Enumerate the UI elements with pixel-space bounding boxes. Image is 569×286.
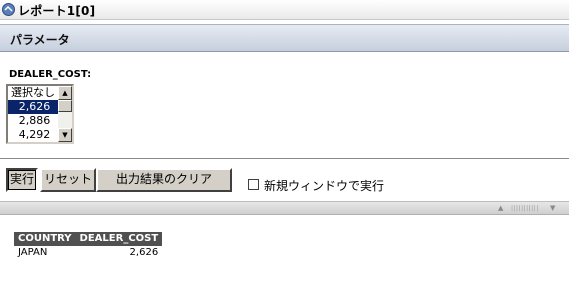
new-window-checkbox[interactable]	[248, 179, 259, 190]
listbox-scrollbar[interactable]: ▲ ▼	[58, 86, 72, 142]
table-header-row: COUNTRY DEALER_COST	[14, 232, 163, 246]
arrow-down-icon: ▼	[62, 131, 68, 139]
dealer-cost-listbox[interactable]: 選択なし 2,626 2,886 4,292 ▲ ▼	[6, 84, 74, 144]
parameter-section-header: パラメータ	[0, 24, 569, 52]
column-header: DEALER_COST	[75, 232, 163, 246]
listbox-items: 選択なし 2,626 2,886 4,292	[8, 86, 58, 142]
table-cell: JAPAN	[18, 247, 48, 258]
splitter-grip-icon: |||||||||||	[511, 205, 539, 212]
divider	[0, 158, 569, 159]
scroll-thumb[interactable]	[58, 100, 72, 112]
listbox-option[interactable]: 選択なし	[8, 86, 58, 100]
title-bar: レポート1[0]	[0, 0, 569, 20]
scroll-down-button[interactable]: ▼	[58, 128, 72, 142]
window-title: レポート1[0]	[18, 4, 96, 18]
arrow-up-icon: ▲	[62, 89, 68, 97]
section-label: パラメータ	[10, 33, 70, 47]
expand-down-icon[interactable]: ▼	[550, 204, 555, 212]
result-table: COUNTRY DEALER_COST JAPAN 2,626	[14, 232, 163, 260]
parameter-label: DEALER_COST:	[9, 69, 92, 80]
table-cell: 2,626	[129, 247, 159, 258]
app-icon	[2, 3, 15, 16]
listbox-option[interactable]: 2,886	[8, 114, 58, 128]
collapse-up-icon[interactable]: ▲	[498, 204, 503, 212]
listbox-option-selected[interactable]: 2,626	[8, 100, 58, 114]
pane-splitter[interactable]: ▲ ||||||||||| ▼	[0, 201, 569, 215]
column-header: COUNTRY	[14, 232, 76, 246]
listbox-option[interactable]: 4,292	[8, 128, 58, 142]
reset-button[interactable]: リセット	[40, 168, 96, 192]
table-row: JAPAN 2,626	[14, 246, 162, 260]
run-button[interactable]: 実行	[6, 168, 38, 192]
clear-output-button[interactable]: 出力結果のクリア	[96, 168, 232, 192]
scroll-up-button[interactable]: ▲	[58, 86, 72, 100]
new-window-label: 新規ウィンドウで実行	[264, 179, 385, 193]
